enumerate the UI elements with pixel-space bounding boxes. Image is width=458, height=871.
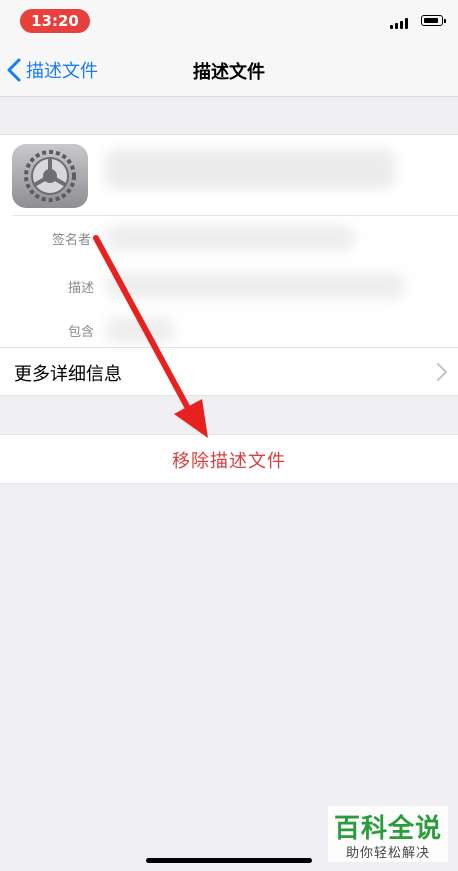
divider xyxy=(12,215,458,216)
navigation-bar: 描述文件 描述文件 xyxy=(0,44,458,97)
more-details-row[interactable]: 更多详细信息 xyxy=(0,347,458,396)
chevron-right-icon xyxy=(437,363,447,381)
watermark-logo: 百科全说 助你轻松解决 xyxy=(328,806,448,862)
profile-name-redacted xyxy=(105,149,395,189)
watermark-slogan: 助你轻松解决 xyxy=(345,846,430,861)
detail-label-description: 描述 xyxy=(68,281,95,296)
detail-label-signer: 签名者 xyxy=(52,233,92,248)
profile-card: 签名者 描述 包含 更多详细信息 xyxy=(0,134,458,396)
page-title: 描述文件 xyxy=(193,62,265,83)
remove-profile-button[interactable]: 移除描述文件 xyxy=(0,434,458,484)
remove-profile-label: 移除描述文件 xyxy=(172,451,286,472)
home-indicator[interactable] xyxy=(146,858,312,863)
signal-icon xyxy=(390,17,412,29)
status-time: 13:20 xyxy=(20,9,90,33)
watermark-brand: 百科全说 xyxy=(333,814,442,844)
more-details-label: 更多详细信息 xyxy=(14,364,122,385)
detail-value-redacted xyxy=(105,317,175,343)
battery-icon xyxy=(421,15,446,26)
detail-value-redacted xyxy=(105,273,405,299)
settings-gear-icon xyxy=(12,144,88,208)
status-bar: 13:20 xyxy=(0,0,458,44)
detail-label-contains: 包含 xyxy=(68,325,95,340)
detail-value-redacted xyxy=(105,225,355,251)
